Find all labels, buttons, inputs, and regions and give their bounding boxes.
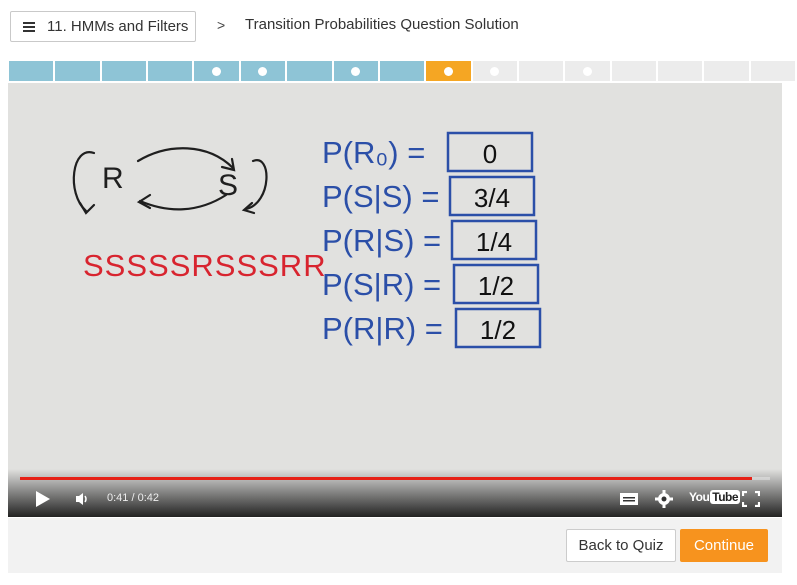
play-icon[interactable] [35,490,51,508]
equation-lhs: P(R₀) = [322,135,425,170]
progress-dot [351,66,361,76]
answer-value: 1/4 [476,227,512,257]
top-bar: 11. HMMs and Filters > Transition Probab… [0,0,797,56]
lesson-menu-button[interactable]: 11. HMMs and Filters [10,11,196,42]
fullscreen-icon[interactable] [742,491,760,507]
whiteboard-frame: R S SSSSSRSSSRR P(R₀) = 0 P(S|S) = 3/4 P(R|S… [8,83,782,517]
continue-button[interactable]: Continue [680,529,768,562]
answer-value: 1/2 [478,271,514,301]
equation-lhs: P(S|R) = [322,267,441,302]
progress-segment-6[interactable] [240,61,288,81]
state-s-label: S [218,169,238,202]
progress-segment-16[interactable] [704,61,751,81]
progress-segment-14[interactable] [611,61,659,81]
list-icon [23,21,35,32]
progress-segment-15[interactable] [658,61,705,81]
time-display: 0:41 / 0:42 [107,492,159,504]
equation-lhs: P(S|S) = [322,179,439,214]
youtube-logo-tube: Tube [710,490,741,504]
progress-dot [258,66,268,76]
settings-gear-icon[interactable] [655,490,673,508]
lesson-label: 11. HMMs and Filters [47,18,189,35]
progress-segment-12[interactable] [518,61,566,81]
observation-sequence: SSSSSRSSSRR [83,248,327,283]
progress-segment-3[interactable] [101,61,149,81]
equation-lhs: P(R|S) = [322,223,441,258]
answer-value: 3/4 [474,183,510,213]
progress-segment-1[interactable] [9,61,56,81]
youtube-logo-you: You [689,490,710,504]
breadcrumb-separator: > [217,17,226,33]
lesson-progress-bar [9,61,797,81]
progress-dot [443,66,453,76]
progress-dot [212,66,222,76]
progress-dot [490,66,500,76]
progress-segment-2[interactable] [55,61,102,81]
seek-bar-played [20,477,752,480]
progress-segment-7[interactable] [287,61,334,81]
video-player[interactable]: R S SSSSSRSSSRR P(R₀) = 0 P(S|S) = 3/4 P(R|S… [8,83,782,517]
equation-lhs: P(R|R) = [322,311,443,346]
captions-icon[interactable] [620,493,638,505]
progress-segment-8[interactable] [333,61,380,81]
progress-segment-10[interactable] [426,61,473,81]
answer-value: 0 [483,139,497,169]
back-to-quiz-button[interactable]: Back to Quiz [566,529,676,562]
page-title: Transition Probabilities Question Soluti… [245,16,519,33]
progress-dot [582,66,592,76]
progress-segment-11[interactable] [472,61,519,81]
answer-value: 1/2 [480,315,516,345]
progress-segment-13[interactable] [565,61,612,81]
progress-segment-9[interactable] [379,61,427,81]
progress-segment-4[interactable] [148,61,195,81]
youtube-logo[interactable]: You Tube [689,490,741,504]
progress-segment-17[interactable] [750,61,797,81]
progress-segment-5[interactable] [194,61,241,81]
state-r-label: R [102,162,124,195]
seek-bar[interactable] [20,477,770,480]
volume-icon[interactable] [75,492,91,506]
